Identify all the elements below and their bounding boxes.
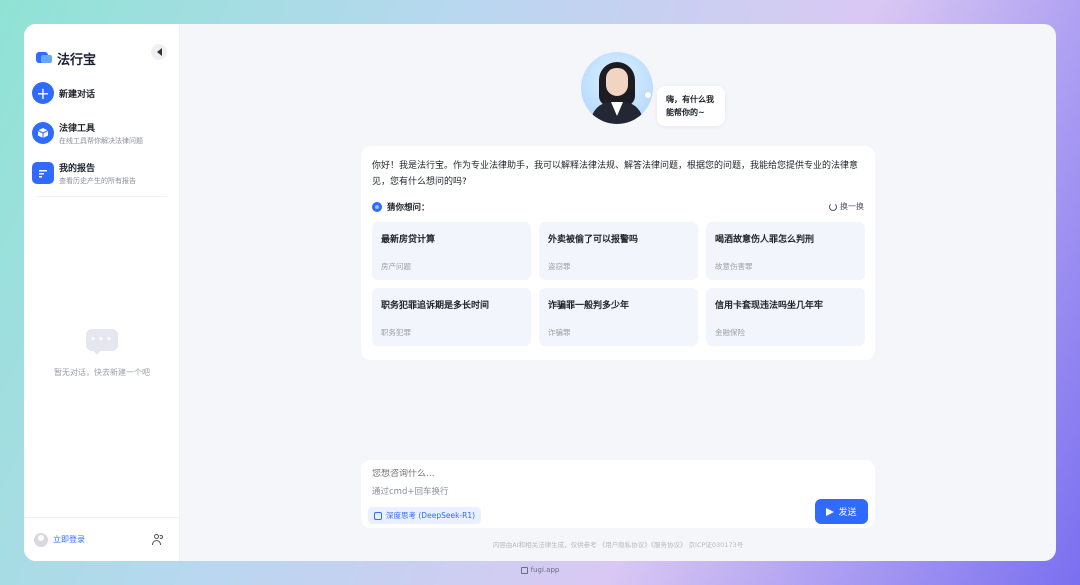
divider xyxy=(36,196,167,197)
logo-icon xyxy=(36,51,52,65)
refresh-icon xyxy=(829,202,837,211)
deep-think-toggle[interactable]: 深度思考 (DeepSeek-R1) xyxy=(368,507,482,524)
main-panel: 嗨，有什么我 能帮你的~ 你好！我是法行宝。作为专业法律助手，我可以解释法律法规… xyxy=(180,24,1056,561)
suggestion-tag: 诈骗罪 xyxy=(548,328,571,337)
chat-input-box: 通过cmd+回车换行 深度思考 (DeepSeek-R1) 发送 xyxy=(361,460,875,528)
chat-bubble-icon: ••• xyxy=(84,329,120,357)
brain-icon xyxy=(374,511,382,520)
user-avatar-icon xyxy=(34,532,48,547)
suggestion-card[interactable]: 信用卡套现违法吗坐几年牢 金融保险 xyxy=(706,288,865,346)
sidebar-item-legal-tools[interactable]: 法律工具 在线工具帮你解决法律问题 xyxy=(24,114,179,152)
sidebar-item-label: 我的报告 xyxy=(59,163,96,174)
empty-state-text: 暂无对话，快去新建一个吧 xyxy=(54,368,150,377)
report-icon xyxy=(32,162,54,184)
suggestion-title: 信用卡套现违法吗坐几年牢 xyxy=(715,301,824,311)
app-icon xyxy=(520,566,528,574)
sidebar-item-label: 法律工具 xyxy=(59,123,96,134)
sidebar: 法行宝 + 新建对话 法律工具 在线工具帮你解决法律问题 我的报告 查看历史产生… xyxy=(24,24,180,561)
suggestion-title: 最新房贷计算 xyxy=(381,235,436,245)
chat-input[interactable] xyxy=(372,469,792,479)
suggestion-tag: 金融保险 xyxy=(715,328,745,337)
refresh-label: 换一换 xyxy=(840,202,864,211)
empty-state: ••• 暂无对话，快去新建一个吧 xyxy=(24,329,180,378)
suggestion-title: 外卖被偷了可以报警吗 xyxy=(548,235,639,245)
suggestion-card[interactable]: 最新房贷计算 房产问题 xyxy=(372,222,531,280)
suggestion-tag: 职务犯罪 xyxy=(381,328,411,337)
refresh-button[interactable]: 换一换 xyxy=(829,201,864,212)
plus-icon: + xyxy=(32,82,54,104)
bottom-label-text: fugi.app xyxy=(530,566,560,574)
greeting-line: 能帮你的~ xyxy=(666,108,705,117)
cube-icon xyxy=(32,122,54,144)
bottom-label: fugi.app xyxy=(0,566,1080,574)
suggestion-title: 职务犯罪追诉期是多长时间 xyxy=(381,301,490,311)
suggestion-card[interactable]: 职务犯罪追诉期是多长时间 职务犯罪 xyxy=(372,288,531,346)
disclaimer: 内容由AI和相关法律生成，仅供参考 《用户隐私协议》《服务协议》 京ICP证03… xyxy=(492,541,744,549)
welcome-message: 你好！我是法行宝。作为专业法律助手，我可以解释法律法规、解答法律问题，根据您的问… xyxy=(372,161,859,187)
suggestion-card[interactable]: 喝酒故意伤人罪怎么判刑 故意伤害罪 xyxy=(706,222,865,280)
greeting-bubble: 嗨，有什么我 能帮你的~ xyxy=(657,86,725,126)
send-button[interactable]: 发送 xyxy=(815,499,868,524)
send-label: 发送 xyxy=(838,508,857,518)
deep-think-label: 深度思考 (DeepSeek-R1) xyxy=(386,511,476,520)
suggestion-card[interactable]: 诈骗罪一般判多少年 诈骗罪 xyxy=(539,288,698,346)
suggestion-tag: 盗窃罪 xyxy=(548,262,571,271)
app-name: 法行宝 xyxy=(57,52,97,68)
new-chat-label: 新建对话 xyxy=(59,89,96,100)
users-icon[interactable] xyxy=(152,534,164,546)
app-window: 法行宝 + 新建对话 法律工具 在线工具帮你解决法律问题 我的报告 查看历史产生… xyxy=(24,24,1056,561)
sidebar-item-subtitle: 查看历史产生的所有报告 xyxy=(59,176,136,185)
caret-left-icon xyxy=(156,48,162,56)
suggestions-header: 猜你想问： 换一换 xyxy=(372,200,864,214)
suggestion-grid: 最新房贷计算 房产问题 外卖被偷了可以报警吗 盗窃罪 喝酒故意伤人罪怎么判刑 故… xyxy=(372,222,865,346)
new-chat-button[interactable]: + 新建对话 xyxy=(24,74,179,112)
welcome-card: 你好！我是法行宝。作为专业法律助手，我可以解释法律法规、解答法律问题，根据您的问… xyxy=(361,146,875,360)
suggestion-title: 诈骗罪一般判多少年 xyxy=(548,301,630,311)
sparkle-icon xyxy=(372,202,382,212)
login-link[interactable]: 立即登录 xyxy=(53,534,85,545)
input-hint: 通过cmd+回车换行 xyxy=(372,487,449,497)
collapse-sidebar-button[interactable] xyxy=(151,44,167,60)
suggestion-title: 喝酒故意伤人罪怎么判刑 xyxy=(715,235,815,245)
sidebar-footer: 立即登录 xyxy=(24,517,180,561)
suggestion-tag: 故意伤害罪 xyxy=(715,262,753,271)
sidebar-item-my-reports[interactable]: 我的报告 查看历史产生的所有报告 xyxy=(24,154,179,192)
suggestions-label: 猜你想问： xyxy=(387,203,430,213)
send-icon xyxy=(826,507,835,516)
suggestion-card[interactable]: 外卖被偷了可以报警吗 盗窃罪 xyxy=(539,222,698,280)
assistant-avatar xyxy=(581,52,653,124)
greeting-line: 嗨，有什么我 xyxy=(666,95,714,104)
sidebar-item-subtitle: 在线工具帮你解决法律问题 xyxy=(59,136,143,145)
assistant-hero: 嗨，有什么我 能帮你的~ xyxy=(581,52,731,132)
suggestion-tag: 房产问题 xyxy=(381,262,411,271)
status-dot-icon xyxy=(644,91,652,99)
